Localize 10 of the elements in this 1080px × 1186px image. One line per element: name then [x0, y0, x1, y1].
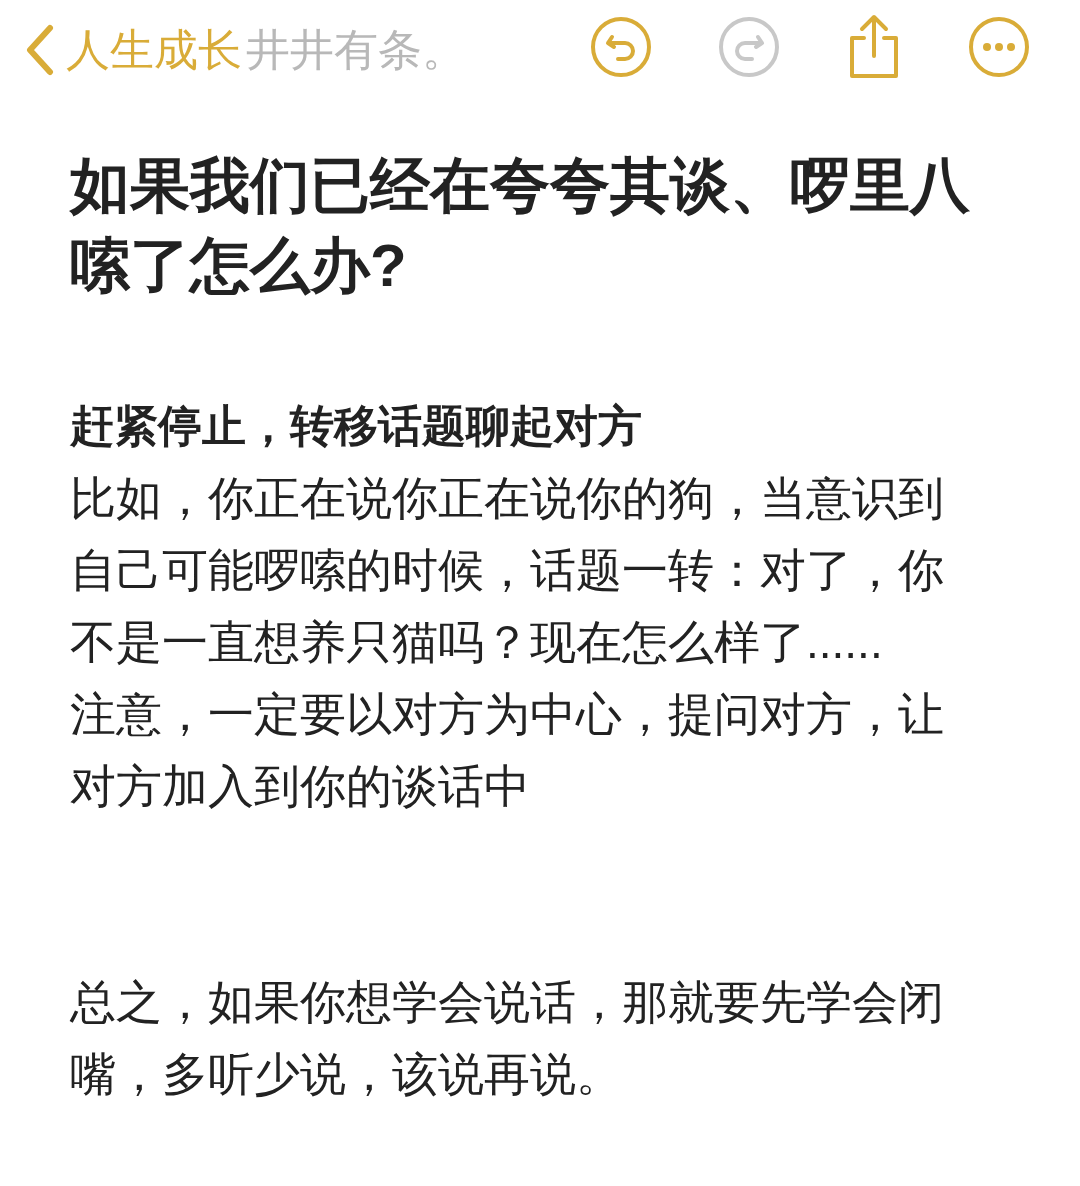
body-paragraph: 注意，一定要以对方为中心，提问对方，让对方加入到你的谈话中 [70, 687, 945, 814]
body-paragraph: 总之，如果你想学会说话，那就要先学会闭嘴，多听少说，该说再说。 [70, 975, 945, 1102]
back-chevron-icon [24, 24, 56, 76]
body-paragraph: 比如，你正在说你正在说你的狗，当意识到自己可能啰嗦的时候，话题一转：对了，你不是一直想养只猫吗？现在怎么样了...... [70, 471, 945, 670]
note-title: 如果我们已经在夸夸其谈、啰里八嗦了怎么办? [70, 151, 971, 301]
section-heading: 赶紧停止，转移话题聊起对方 [70, 400, 643, 452]
back-button[interactable]: 人生成长 [24, 24, 242, 76]
faded-title: 井井有条。 [246, 28, 466, 72]
undo-icon[interactable] [590, 16, 652, 78]
more-icon[interactable] [968, 16, 1030, 78]
